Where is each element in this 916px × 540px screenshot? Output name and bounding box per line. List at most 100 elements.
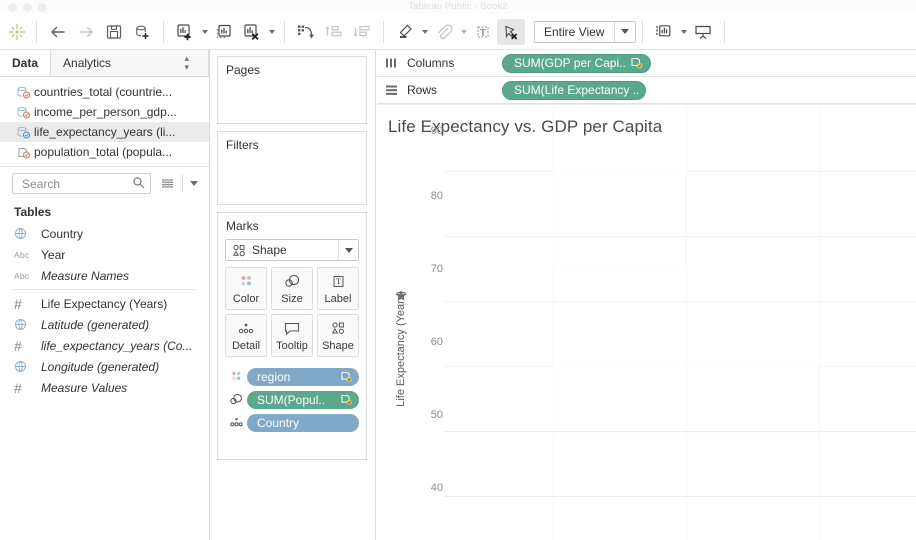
marks-color-button[interactable]: Color bbox=[225, 267, 267, 310]
fit-clear-icon[interactable] bbox=[497, 19, 525, 45]
list-view-icon[interactable] bbox=[156, 173, 178, 194]
pill-sum-life-expectancy[interactable]: SUM(Life Expectancy .. bbox=[502, 81, 646, 100]
plot-area[interactable] bbox=[443, 105, 916, 540]
marks-pill-sum-population[interactable]: SUM(Popul.. bbox=[225, 390, 359, 409]
marks-card-title: Marks bbox=[218, 213, 366, 238]
pages-card[interactable]: Pages bbox=[217, 56, 367, 124]
rows-drop-zone[interactable]: SUM(Life Expectancy .. bbox=[497, 81, 916, 100]
columns-icon bbox=[385, 57, 407, 69]
clear-sheet-caret-icon[interactable] bbox=[266, 19, 277, 45]
chevron-down-icon[interactable] bbox=[187, 173, 201, 194]
mark-type-dropdown[interactable]: Shape bbox=[225, 239, 359, 261]
tab-analytics[interactable]: Analytics ▴▾ bbox=[50, 50, 209, 76]
data-pane-tabs: Data Analytics ▴▾ bbox=[0, 50, 209, 77]
field-measure-values[interactable]: # Measure Values bbox=[0, 377, 209, 398]
new-data-source-button[interactable] bbox=[128, 19, 156, 45]
highlighter-icon[interactable] bbox=[391, 19, 419, 45]
pill-label: Country bbox=[257, 416, 354, 430]
field-measure-names[interactable]: Abc Measure Names bbox=[0, 265, 209, 286]
field-label: Measure Values bbox=[41, 381, 127, 395]
show-me-button[interactable] bbox=[650, 19, 678, 45]
chevron-down-icon[interactable] bbox=[338, 240, 358, 260]
list-item[interactable]: income_per_person_gdp... bbox=[0, 102, 209, 122]
paperclip-caret-icon[interactable] bbox=[458, 19, 469, 45]
mark-type-label: Shape bbox=[252, 243, 338, 257]
marks-color-label: Color bbox=[233, 293, 259, 305]
field-divider bbox=[12, 289, 197, 290]
field-label: life_expectancy_years (Co... bbox=[41, 339, 192, 353]
pill-sum-gdp-per-capita[interactable]: SUM(GDP per Capi.. bbox=[502, 54, 651, 73]
filters-card[interactable]: Filters bbox=[217, 131, 367, 205]
marks-pill-country[interactable]: Country bbox=[225, 413, 359, 432]
new-worksheet-caret-icon[interactable] bbox=[199, 19, 210, 45]
search-input[interactable] bbox=[12, 173, 151, 194]
field-life-expectancy-years-count[interactable]: # life_expectancy_years (Co... bbox=[0, 335, 209, 356]
chevron-down-icon[interactable] bbox=[615, 29, 635, 34]
y-tick-label: 50 bbox=[397, 409, 443, 421]
field-country[interactable]: Country bbox=[0, 223, 209, 244]
save-button[interactable] bbox=[100, 19, 128, 45]
marks-size-label: Size bbox=[281, 293, 302, 305]
marks-pill-region[interactable]: region bbox=[225, 367, 359, 386]
back-button[interactable] bbox=[44, 19, 72, 45]
sort-descending-button[interactable] bbox=[348, 19, 376, 45]
abc-icon: Abc bbox=[14, 271, 41, 281]
columns-drop-zone[interactable]: SUM(GDP per Capi.. bbox=[497, 54, 916, 73]
pill-label: SUM(GDP per Capi.. bbox=[514, 56, 626, 70]
highlight-caret-icon[interactable] bbox=[419, 19, 430, 45]
pill-region[interactable]: region bbox=[247, 368, 359, 386]
abc-icon: Abc bbox=[14, 250, 41, 260]
sort-ascending-button[interactable] bbox=[320, 19, 348, 45]
geo-icon bbox=[14, 318, 41, 331]
marks-shape-button[interactable]: Shape bbox=[317, 314, 359, 357]
show-me-caret-icon[interactable] bbox=[678, 19, 689, 45]
pill-country[interactable]: Country bbox=[247, 414, 359, 432]
list-item[interactable]: countries_total (countrie... bbox=[0, 82, 209, 102]
list-item[interactable]: population_total (popula... bbox=[0, 142, 209, 162]
pill-menu-icon[interactable] bbox=[339, 394, 354, 406]
tableau-logo-icon[interactable] bbox=[0, 14, 34, 50]
search-field[interactable] bbox=[20, 176, 129, 192]
duplicate-sheet-button[interactable] bbox=[210, 19, 238, 45]
paperclip-icon[interactable] bbox=[430, 19, 458, 45]
marks-tooltip-button[interactable]: Tooltip bbox=[271, 314, 313, 357]
pill-menu-icon[interactable] bbox=[630, 57, 644, 70]
y-axis-title: Life Expectancy (Years) bbox=[395, 291, 407, 407]
field-label: Life Expectancy (Years) bbox=[41, 297, 167, 311]
rows-shelf[interactable]: Rows SUM(Life Expectancy .. bbox=[377, 77, 916, 104]
field-latitude-generated[interactable]: Latitude (generated) bbox=[0, 314, 209, 335]
marks-detail-label: Detail bbox=[232, 340, 260, 352]
fit-dropdown[interactable]: Entire View bbox=[534, 21, 636, 43]
tables-header: Tables bbox=[0, 199, 209, 223]
clear-sheet-button[interactable] bbox=[238, 19, 266, 45]
search-row bbox=[0, 166, 209, 199]
columns-shelf[interactable]: Columns SUM(GDP per Capi.. bbox=[377, 50, 916, 77]
pill-label: SUM(Popul.. bbox=[257, 393, 339, 407]
field-year[interactable]: Abc Year bbox=[0, 244, 209, 265]
forward-button[interactable] bbox=[72, 19, 100, 45]
field-life-expectancy-years[interactable]: # Life Expectancy (Years) bbox=[0, 293, 209, 314]
presentation-icon[interactable] bbox=[689, 19, 717, 45]
field-longitude-generated[interactable]: Longitude (generated) bbox=[0, 356, 209, 377]
mark-ghost-upper bbox=[553, 171, 686, 267]
text-label-icon[interactable]: T bbox=[469, 19, 497, 45]
swap-rows-columns-button[interactable] bbox=[292, 19, 320, 45]
marks-label-button[interactable]: T Label bbox=[317, 267, 359, 310]
marks-card: Marks Shape Color bbox=[217, 212, 367, 460]
pill-sum-population[interactable]: SUM(Popul.. bbox=[247, 391, 359, 409]
rows-icon bbox=[385, 84, 407, 96]
list-item-selected[interactable]: life_expectancy_years (li... bbox=[0, 122, 209, 142]
marks-size-button[interactable]: Size bbox=[271, 267, 313, 310]
tab-data[interactable]: Data bbox=[0, 50, 50, 76]
pages-card-title: Pages bbox=[218, 57, 366, 82]
marks-detail-button[interactable]: Detail bbox=[225, 314, 267, 357]
marks-shape-label: Shape bbox=[322, 340, 354, 352]
size-icon bbox=[282, 272, 302, 291]
field-label: Measure Names bbox=[41, 269, 129, 283]
view-canvas[interactable]: Life Expectancy vs. GDP per Capita 90 80… bbox=[377, 104, 916, 540]
y-axis[interactable]: 90 80 70 60 50 40 bbox=[377, 105, 443, 540]
tab-sort-arrows-icon[interactable]: ▴▾ bbox=[184, 54, 196, 72]
new-worksheet-button[interactable] bbox=[171, 19, 199, 45]
pill-menu-icon[interactable] bbox=[339, 371, 354, 383]
number-icon: # bbox=[14, 338, 41, 354]
